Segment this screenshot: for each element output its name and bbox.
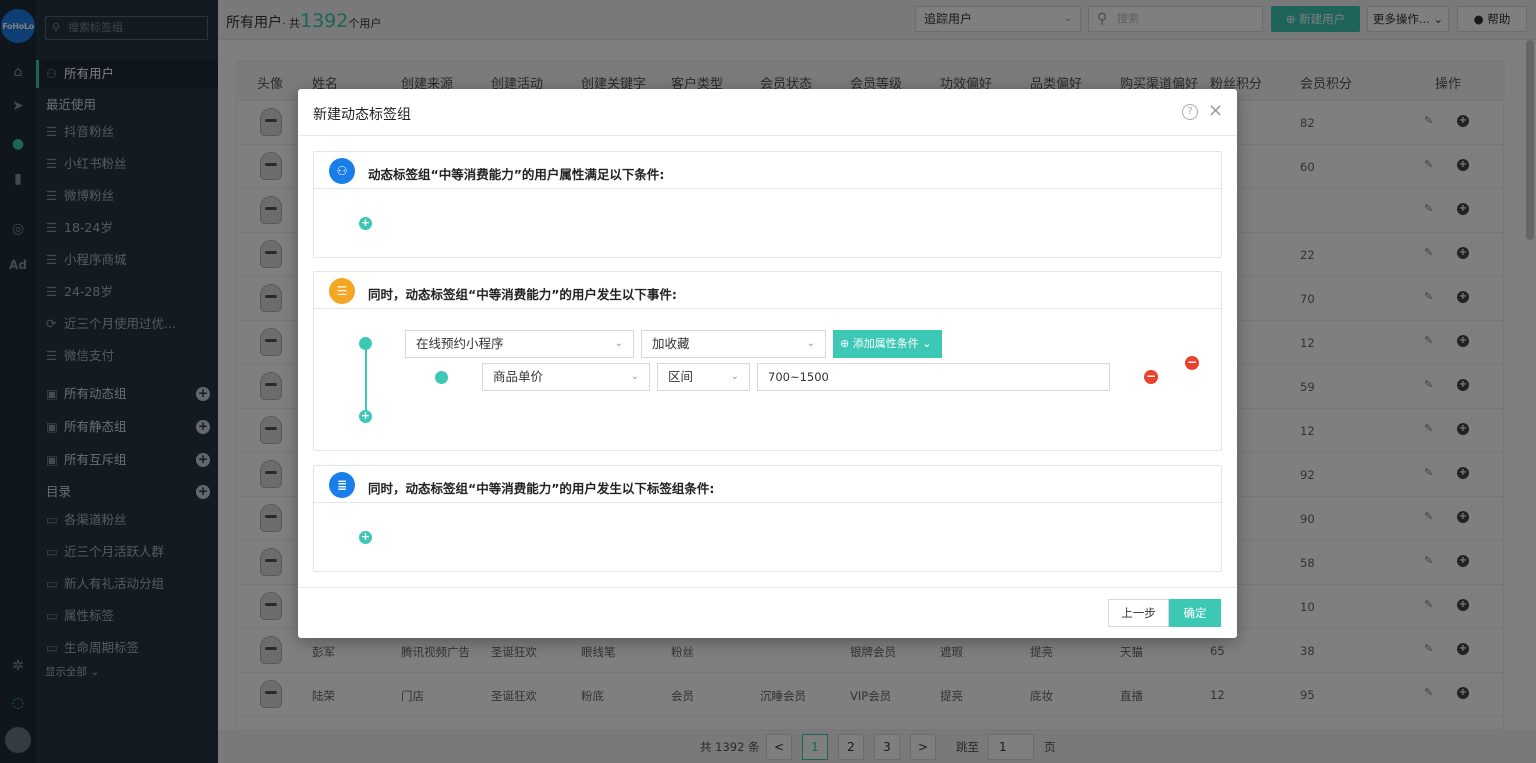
- add-event-button[interactable]: +: [359, 410, 372, 423]
- attribute-node: [435, 371, 448, 384]
- panel-title: 同时，动态标签组“中等消费能力”的用户发生以下事件:: [368, 287, 677, 302]
- panel-header: ⚇ 动态标签组“中等消费能力”的用户属性满足以下条件:: [314, 152, 1221, 189]
- panel-header: ☰ 同时，动态标签组“中等消费能力”的用户发生以下事件:: [314, 272, 1221, 309]
- attribute-select-value: 商品单价: [493, 369, 544, 384]
- attribute-conditions-panel: ⚇ 动态标签组“中等消费能力”的用户属性满足以下条件: +: [313, 151, 1222, 258]
- attribute-select[interactable]: 商品单价 ⌄: [482, 363, 650, 391]
- panel-title: 动态标签组“中等消费能力”的用户属性满足以下条件:: [368, 167, 665, 182]
- sliders-icon: ☰: [329, 278, 355, 304]
- modal-title: 新建动态标签组: [313, 107, 411, 123]
- chevron-down-icon: ⌄: [806, 338, 815, 349]
- event-select-value: 在线预约小程序: [416, 336, 504, 351]
- chevron-down-icon: ⌄: [730, 371, 739, 382]
- add-attr-label: 添加属性条件: [852, 337, 919, 350]
- close-icon[interactable]: ×: [1208, 100, 1223, 121]
- chevron-down-icon: ⌄: [630, 371, 639, 382]
- group-icon: ⚇: [329, 158, 355, 184]
- operator-select-value: 区间: [668, 369, 694, 384]
- operator-select[interactable]: 区间 ⌄: [657, 363, 750, 391]
- chevron-down-icon: ⌄: [614, 338, 623, 349]
- divider: [298, 135, 1237, 136]
- add-tag-group-condition-button[interactable]: +: [359, 531, 372, 544]
- footer-divider: [298, 587, 1237, 588]
- range-input[interactable]: 700~1500: [757, 363, 1110, 391]
- add-attribute-condition-button[interactable]: ⊕ 添加属性条件 ⌄: [833, 330, 942, 358]
- remove-event-button[interactable]: −: [1185, 356, 1199, 370]
- panel-header: ≣ 同时，动态标签组“中等消费能力”的用户发生以下标签组条件:: [314, 466, 1221, 503]
- action-select-value: 加收藏: [652, 336, 690, 351]
- remove-attribute-button[interactable]: −: [1144, 370, 1158, 384]
- event-conditions-panel: ☰ 同时，动态标签组“中等消费能力”的用户发生以下事件: + 在线预约小程序 ⌄ …: [313, 271, 1222, 451]
- event-select[interactable]: 在线预约小程序 ⌄: [405, 330, 634, 358]
- previous-step-button[interactable]: 上一步: [1108, 599, 1169, 627]
- timeline-node: [359, 337, 372, 350]
- list-icon: ≣: [329, 472, 355, 498]
- new-dynamic-tag-group-modal: 新建动态标签组 ? × ⚇ 动态标签组“中等消费能力”的用户属性满足以下条件: …: [298, 89, 1237, 638]
- add-condition-button[interactable]: +: [359, 217, 372, 230]
- tag-group-conditions-panel: ≣ 同时，动态标签组“中等消费能力”的用户发生以下标签组条件: +: [313, 465, 1222, 572]
- action-select[interactable]: 加收藏 ⌄: [641, 330, 826, 358]
- help-icon[interactable]: ?: [1182, 104, 1198, 120]
- panel-title: 同时，动态标签组“中等消费能力”的用户发生以下标签组条件:: [368, 481, 715, 496]
- timeline-line: [365, 350, 367, 412]
- confirm-button[interactable]: 确定: [1169, 599, 1221, 627]
